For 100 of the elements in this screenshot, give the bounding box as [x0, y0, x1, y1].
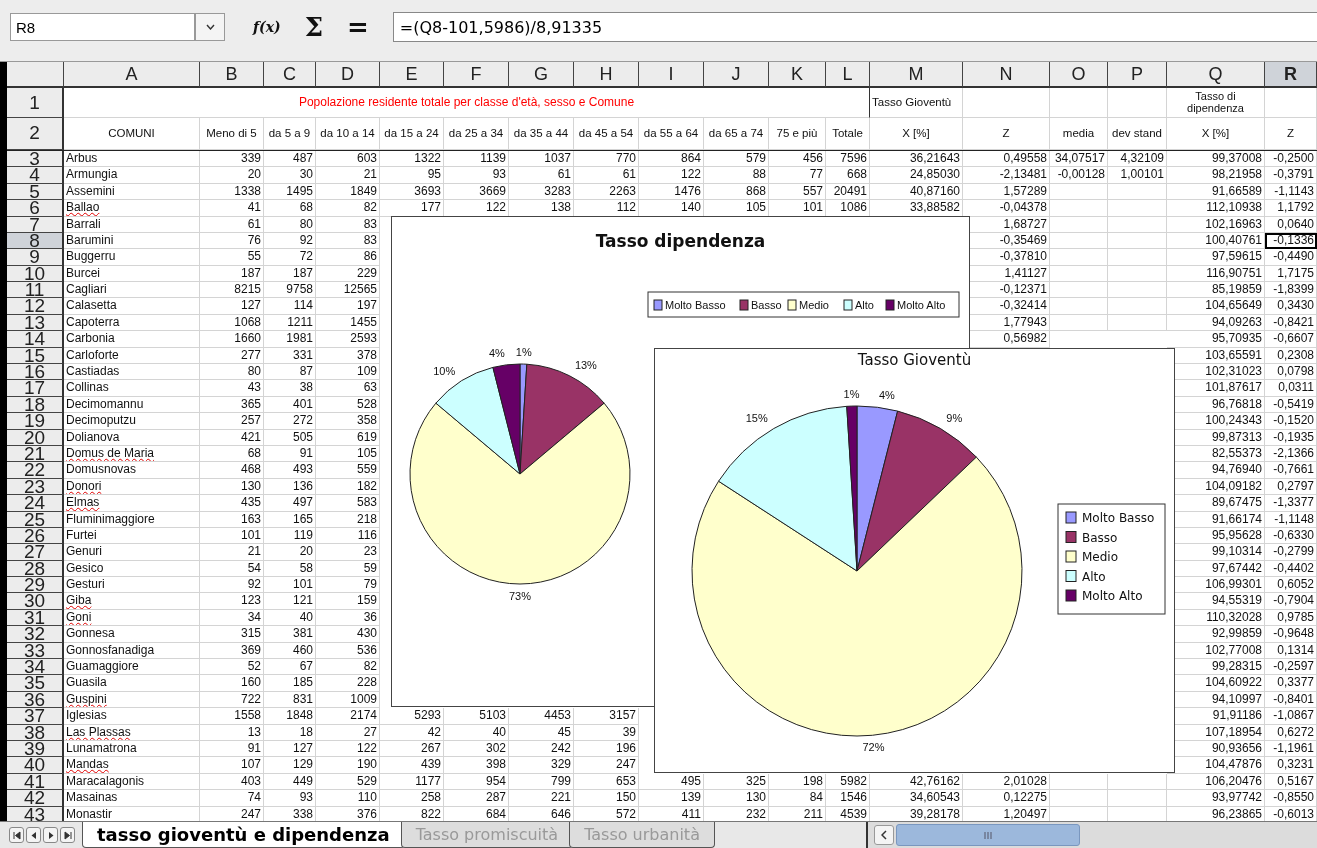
table-cell: 0,2797 — [1265, 478, 1317, 496]
table-cell: 119 — [264, 527, 316, 545]
row-header[interactable]: 27 — [7, 544, 64, 561]
table-cell: Calasetta — [64, 298, 200, 315]
table-cell: 101 — [200, 527, 264, 545]
row-header[interactable]: 2 — [7, 117, 64, 150]
row-header[interactable]: 32 — [7, 626, 64, 643]
table-cell: 5293 — [380, 708, 444, 725]
row-header[interactable]: 34 — [7, 659, 64, 676]
column-header[interactable]: Q — [1167, 61, 1265, 88]
column-header[interactable]: K — [769, 61, 826, 88]
column-header[interactable]: N — [963, 61, 1050, 88]
row-header[interactable]: 29 — [7, 577, 64, 594]
column-header[interactable]: L — [826, 61, 870, 88]
row-header[interactable]: 39 — [7, 741, 64, 758]
table-cell: 40 — [444, 724, 509, 741]
table-cell: 54 — [200, 560, 264, 578]
sheet-nav-button[interactable] — [43, 827, 58, 844]
column-header[interactable]: I — [639, 61, 704, 88]
formula-input[interactable]: =(Q8-101,5986)/8,91335 — [392, 12, 1317, 43]
table-cell: 68 — [200, 445, 264, 463]
table-cell: 401 — [264, 396, 316, 414]
table-cell: 100,40761 — [1167, 232, 1265, 250]
table-cell: -2,13481 — [963, 167, 1050, 184]
row-header[interactable]: 22 — [7, 462, 64, 479]
table-cell: 315 — [200, 626, 264, 643]
row-header[interactable]: 37 — [7, 708, 64, 725]
table-cell: 668 — [826, 167, 870, 184]
table-cell: 1476 — [639, 183, 704, 201]
column-header[interactable]: J — [704, 61, 769, 88]
column-header[interactable]: E — [380, 61, 444, 88]
table-cell: 0,3430 — [1265, 298, 1317, 315]
column-header[interactable]: F — [444, 61, 509, 88]
toolbar-button[interactable]: = — [339, 12, 377, 43]
row-header[interactable]: 24 — [7, 495, 64, 512]
row-header[interactable]: 11 — [7, 282, 64, 299]
row-header[interactable]: 35 — [7, 675, 64, 692]
table-cell: 112,10938 — [1167, 200, 1265, 217]
table-cell — [1108, 200, 1167, 217]
sheet-nav-button[interactable] — [9, 827, 24, 844]
table-cell: 79 — [316, 577, 380, 594]
table-cell: Gesturi — [64, 577, 200, 594]
column-header[interactable]: G — [509, 61, 574, 88]
table-cell: 653 — [574, 773, 639, 791]
row-header[interactable]: 40 — [7, 757, 64, 774]
table-cell: 76 — [200, 232, 264, 250]
column-header[interactable]: A — [64, 61, 200, 88]
table-cell: 1211 — [264, 314, 316, 332]
table-cell: 864 — [639, 150, 704, 168]
table-cell: -1,1143 — [1265, 183, 1317, 201]
column-header[interactable]: B — [200, 61, 264, 88]
table-cell: 84 — [769, 790, 826, 807]
table-cell: -1,0867 — [1265, 708, 1317, 725]
table-cell: 559 — [316, 462, 380, 479]
select-all-corner[interactable] — [7, 61, 64, 88]
table-cell — [1108, 265, 1167, 283]
row-header[interactable]: 42 — [7, 790, 64, 807]
toolbar-button[interactable]: f(x) — [245, 19, 289, 36]
column-header[interactable]: R — [1265, 61, 1317, 88]
legend-label: Molto Alto — [897, 298, 946, 311]
row-header[interactable]: 19 — [7, 413, 64, 430]
row-header[interactable]: 9 — [7, 249, 64, 266]
table-cell: 456 — [769, 150, 826, 168]
row-header[interactable]: 1 — [7, 87, 64, 118]
row-header[interactable]: 12 — [7, 298, 64, 315]
sheet-nav-button[interactable] — [26, 827, 41, 844]
row-header[interactable]: 4 — [7, 167, 64, 184]
row-header[interactable]: 6 — [7, 200, 64, 217]
scroll-thumb[interactable] — [896, 824, 1080, 846]
row-header[interactable]: 30 — [7, 593, 64, 610]
table-cell: 23 — [316, 544, 380, 561]
table-cell: da 25 a 34 — [444, 117, 509, 150]
table-cell: Goni — [64, 609, 200, 627]
name-box-dropdown[interactable] — [195, 13, 225, 42]
toolbar-button[interactable]: Σ — [296, 12, 331, 43]
sheet-nav-button[interactable] — [60, 827, 75, 844]
table-cell: 218 — [316, 511, 380, 528]
table-cell: Las Plassas — [64, 724, 200, 741]
column-header[interactable]: O — [1050, 61, 1108, 88]
column-header[interactable]: D — [316, 61, 380, 88]
table-cell: da 45 a 54 — [574, 117, 639, 150]
column-header[interactable]: H — [574, 61, 639, 88]
table-cell: 369 — [200, 642, 264, 660]
table-cell: 0,0798 — [1265, 364, 1317, 381]
row-header[interactable]: 14 — [7, 331, 64, 348]
column-header[interactable]: P — [1108, 61, 1167, 88]
table-cell: 55 — [200, 249, 264, 266]
table-cell: 63 — [316, 380, 380, 397]
scroll-left-button[interactable] — [874, 825, 894, 845]
table-cell: 0,3231 — [1265, 757, 1317, 774]
table-cell: 91,66589 — [1167, 183, 1265, 201]
column-header[interactable]: M — [870, 61, 963, 88]
table-cell: -0,2799 — [1265, 544, 1317, 561]
table-cell — [1050, 232, 1108, 250]
table-cell: Mandas — [64, 757, 200, 774]
row-header[interactable]: 17 — [7, 380, 64, 397]
row-header[interactable]: 16 — [7, 364, 64, 381]
column-header[interactable]: C — [264, 61, 316, 88]
name-box[interactable]: R8 — [10, 13, 195, 42]
table-cell: -0,1336 — [1265, 232, 1317, 250]
